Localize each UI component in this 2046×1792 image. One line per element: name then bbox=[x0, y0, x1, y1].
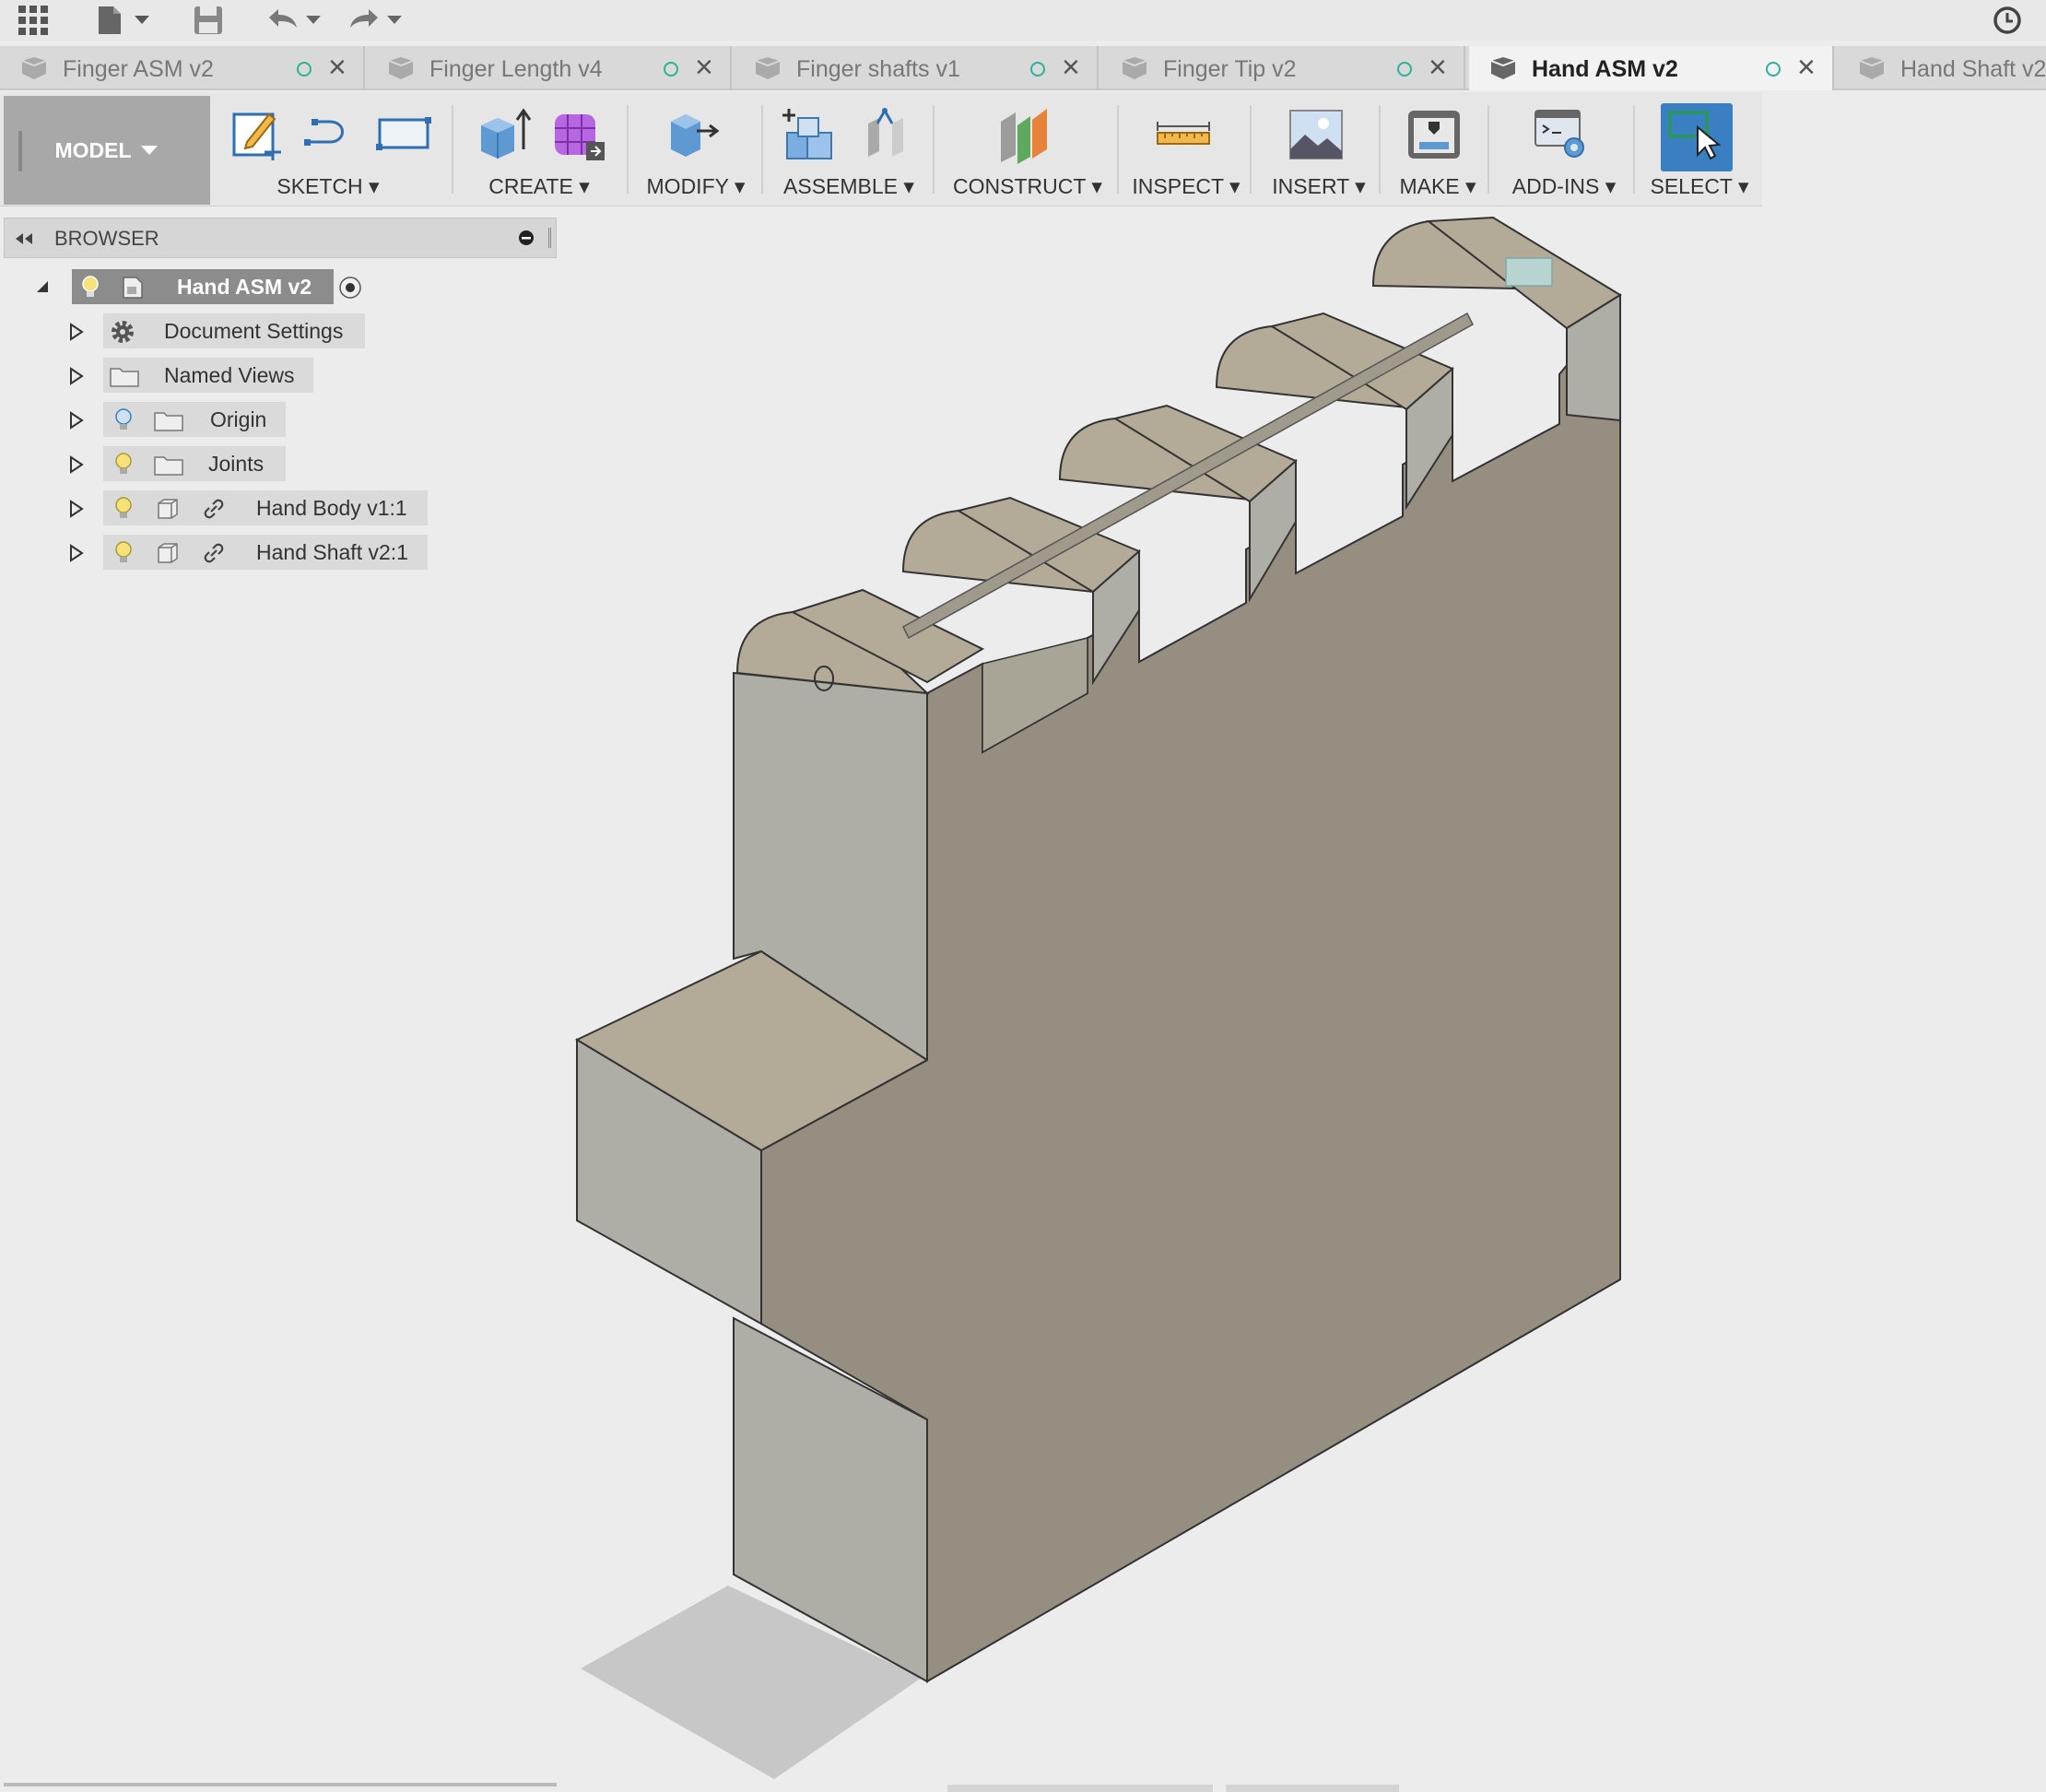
3d-viewport[interactable] bbox=[0, 0, 2046, 1792]
browser-scrollbar[interactable] bbox=[4, 1783, 557, 1786]
joint-glyph-icon[interactable] bbox=[1505, 257, 1553, 287]
navigation-bar[interactable] bbox=[1226, 1785, 1399, 1792]
status-bar bbox=[0, 1779, 2046, 1792]
timeline-handle[interactable] bbox=[947, 1785, 1213, 1792]
